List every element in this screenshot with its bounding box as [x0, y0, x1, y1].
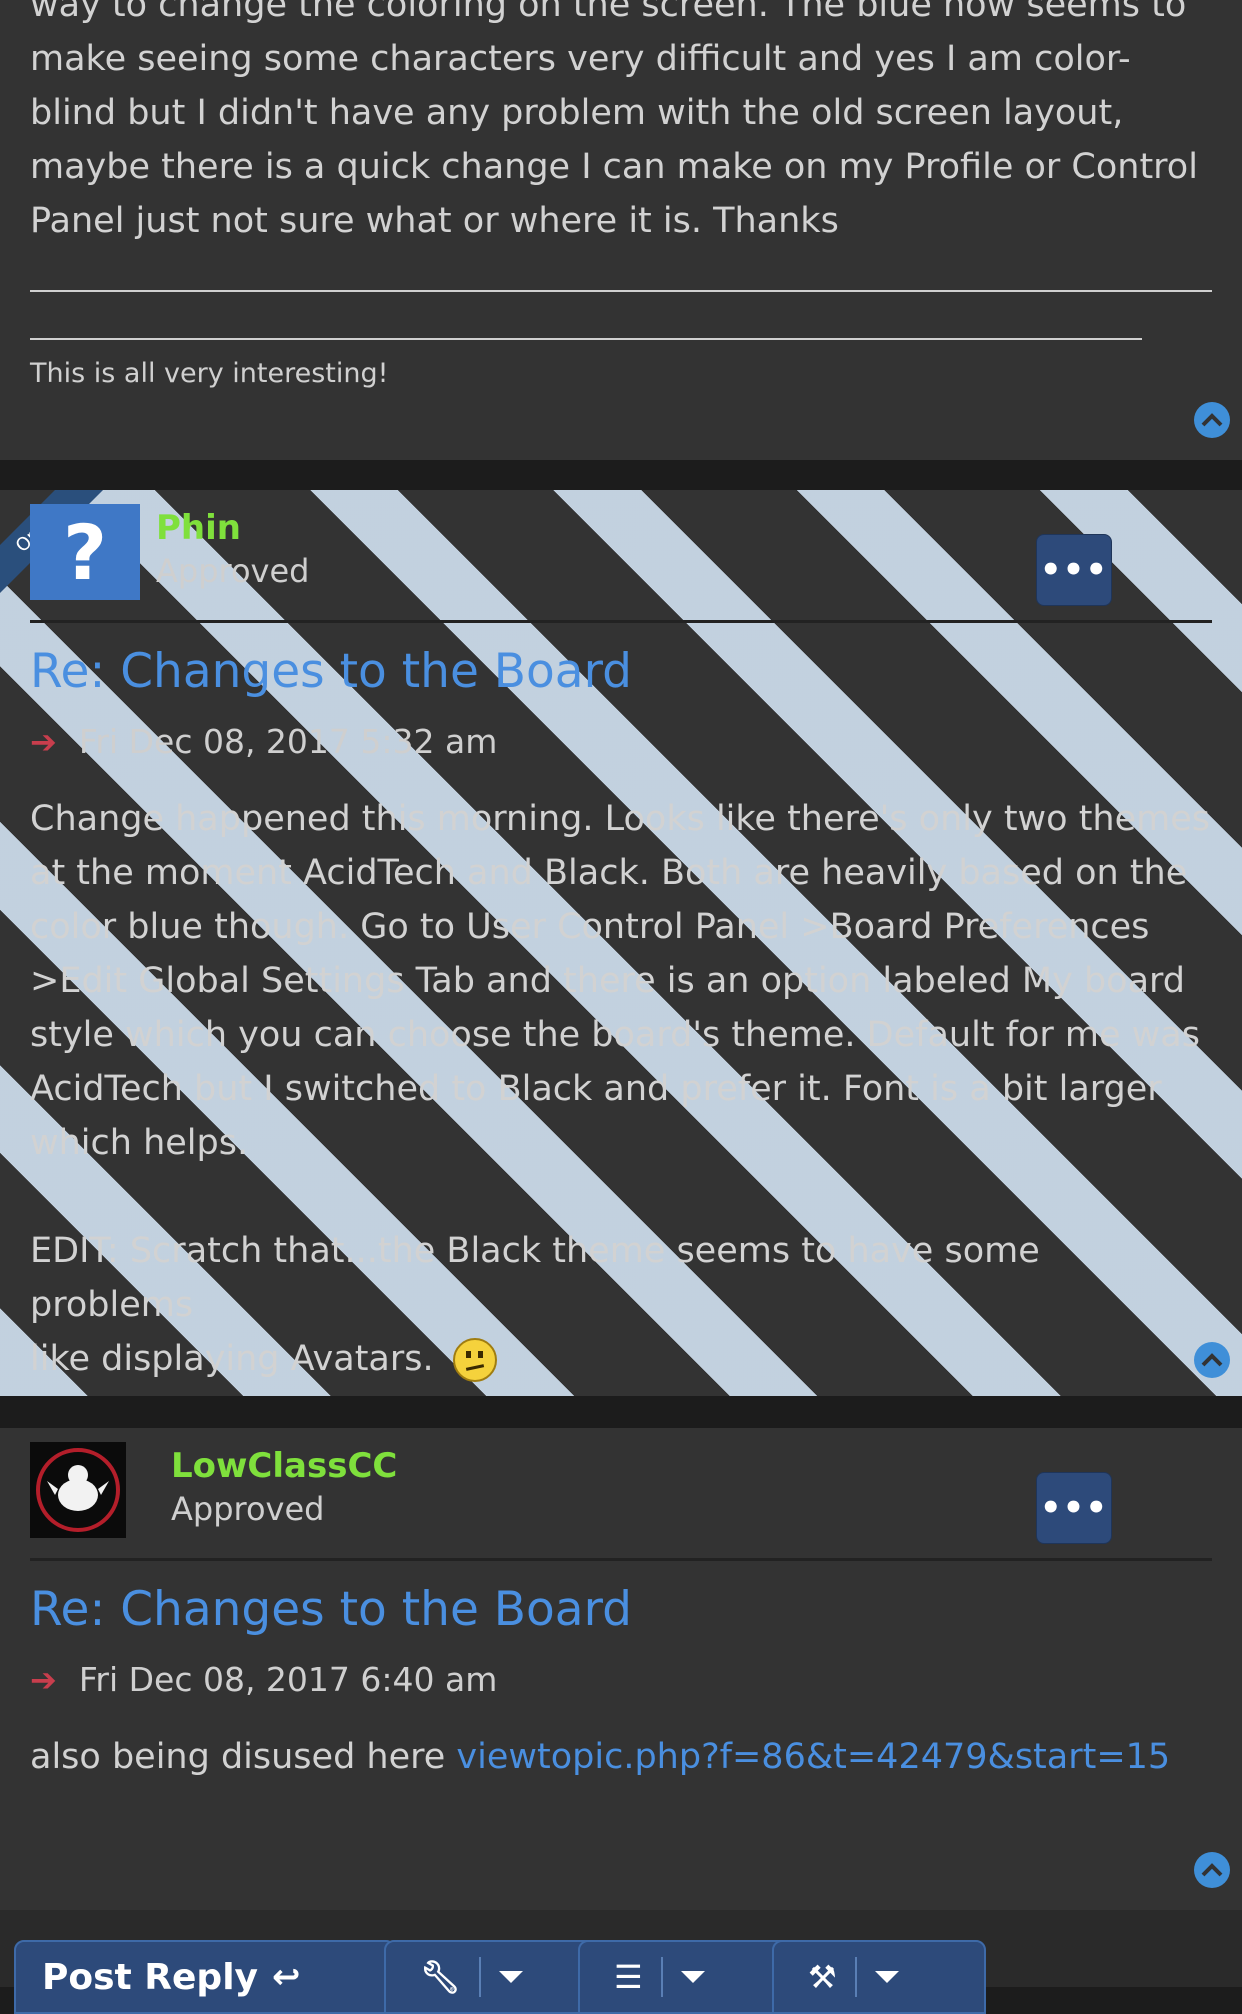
body-text: also being disused here	[30, 1737, 457, 1777]
body-line: Change happened this morning. Looks like…	[30, 799, 1211, 839]
body-line: Panel just not sure what or where it is.…	[30, 201, 839, 241]
button-separator	[660, 1957, 663, 1997]
post-1: way to change the coloring on the screen…	[0, 0, 1242, 460]
topic-link[interactable]: viewtopic.php?f=86&t=42479&start=15	[456, 1737, 1170, 1777]
post-date-text: Fri Dec 08, 2017 6:40 am	[78, 1660, 498, 1699]
arrow-right-icon: ➔	[30, 722, 57, 761]
body-line: EDIT: Scratch that...the Black theme see…	[30, 1231, 1040, 1325]
post-date-text: Fri Dec 08, 2017 5:32 am	[78, 722, 498, 761]
back-to-top-icon[interactable]	[1194, 1852, 1230, 1888]
question-mark-icon: ?	[62, 507, 108, 597]
back-to-top-icon[interactable]	[1194, 402, 1230, 438]
post-menu-button[interactable]: •••	[1036, 534, 1112, 606]
post-body: also being disused here viewtopic.php?f=…	[30, 1730, 1210, 1784]
gavel-icon: ⚒	[808, 1958, 837, 1996]
body-line: color blue though. Go to User Control Pa…	[30, 907, 1150, 947]
post-2: Online ? Phin Approved ••• Re: Changes t…	[0, 490, 1242, 1396]
user-rank: Approved	[156, 552, 310, 590]
chevron-down-icon	[874, 1971, 899, 1983]
reply-arrow-icon: ↩	[272, 1957, 301, 1997]
back-to-top-icon[interactable]	[1194, 1342, 1230, 1378]
post-menu-button[interactable]: •••	[1036, 1472, 1112, 1544]
bottom-toolbar: Post Reply ↩ 🔧︎ ☰ ⚒	[0, 1910, 1242, 2014]
signature-divider	[30, 338, 1142, 340]
avatar[interactable]	[30, 1442, 126, 1538]
body-line: blind but I didn't have any problem with…	[30, 93, 1124, 133]
button-separator	[854, 1957, 857, 1997]
post-reply-button[interactable]: Post Reply ↩	[14, 1940, 396, 2014]
post-divider	[30, 620, 1212, 623]
body-line: >Edit Global Settings Tab and there is a…	[30, 961, 1186, 1001]
user-rank: Approved	[171, 1490, 325, 1528]
body-line: at the moment AcidTech and Black. Both a…	[30, 853, 1188, 893]
sort-icon: ☰	[614, 1958, 643, 1996]
chevron-down-icon	[680, 1971, 705, 1983]
body-line: way to change the coloring on the screen…	[30, 0, 1187, 25]
moderator-tools-button[interactable]: ⚒	[772, 1940, 986, 2014]
post-date: ➔ Fri Dec 08, 2017 6:40 am	[30, 1660, 497, 1699]
chicken-logo-icon	[36, 1448, 120, 1532]
post-title[interactable]: Re: Changes to the Board	[30, 1582, 632, 1637]
post-date: ➔ Fri Dec 08, 2017 5:32 am	[30, 722, 497, 761]
username[interactable]: Phin	[156, 508, 241, 548]
body-line: AcidTech but I switched to Black and pre…	[30, 1069, 1162, 1109]
arrow-right-icon: ➔	[30, 1660, 57, 1699]
body-line: make seeing some characters very difficu…	[30, 39, 1131, 79]
post-title[interactable]: Re: Changes to the Board	[30, 644, 632, 699]
signature-divider	[30, 290, 1212, 292]
wrench-icon: 🔧︎	[420, 1958, 461, 1996]
post-3: LowClassCC Approved ••• Re: Changes to t…	[0, 1428, 1242, 1910]
body-line-text: like displaying Avatars.	[30, 1339, 434, 1379]
button-separator	[478, 1957, 481, 1997]
post-body: way to change the coloring on the screen…	[30, 0, 1210, 248]
post-body: Change happened this morning. Looks like…	[30, 792, 1210, 1386]
body-line: maybe there is a quick change I can make…	[30, 147, 1198, 187]
body-line: which helps.	[30, 1123, 249, 1163]
post-reply-label: Post Reply	[42, 1956, 258, 1998]
post-divider	[30, 1558, 1212, 1561]
body-line: like displaying Avatars.	[30, 1332, 1210, 1386]
username[interactable]: LowClassCC	[171, 1446, 397, 1486]
avatar[interactable]: ?	[30, 504, 140, 600]
tools-button[interactable]: 🔧︎	[384, 1940, 598, 2014]
chevron-down-icon	[498, 1971, 523, 1983]
body-line: style which you can choose the board's t…	[30, 1015, 1200, 1055]
signature: This is all very interesting!	[30, 358, 389, 389]
sort-button[interactable]: ☰	[578, 1940, 792, 2014]
confused-smiley-icon	[452, 1338, 497, 1382]
